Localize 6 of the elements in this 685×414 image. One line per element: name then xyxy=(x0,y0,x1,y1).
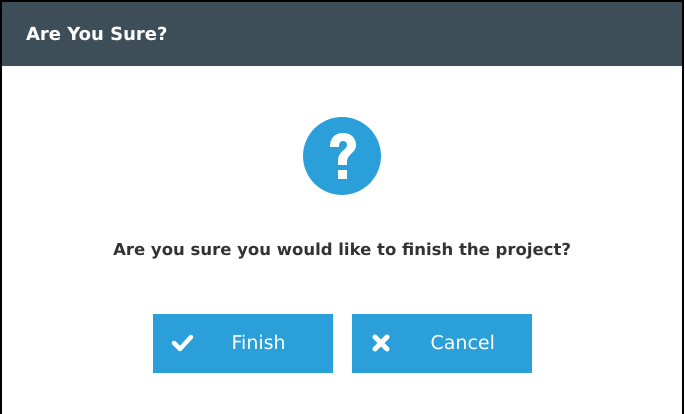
dialog-title: Are You Sure? xyxy=(26,22,168,46)
question-icon xyxy=(303,117,381,195)
cancel-button[interactable]: Cancel xyxy=(352,314,532,373)
confirmation-message: Are you sure you would like to finish the project? xyxy=(113,239,571,261)
close-icon xyxy=(370,332,392,354)
finish-button[interactable]: Finish xyxy=(152,314,332,373)
